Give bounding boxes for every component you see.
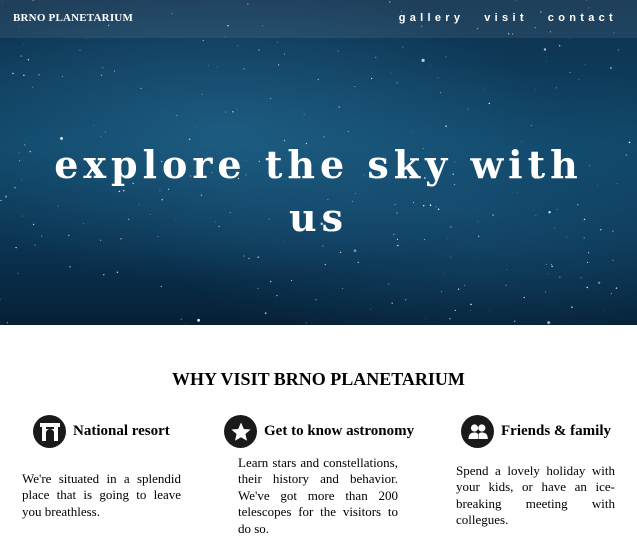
feature-title: Get to know astronomy <box>264 423 415 439</box>
brand-logo-text[interactable]: BRNO PLANETARIUM <box>13 12 133 24</box>
feature-title: Friends & family <box>501 423 611 439</box>
nav-link-gallery[interactable]: gallery <box>399 12 465 24</box>
hero-title: explore the sky with us <box>54 142 583 240</box>
feature-title: National resort <box>73 423 170 439</box>
nav-link-visit[interactable]: visit <box>484 12 528 24</box>
arch-icon <box>33 415 66 448</box>
why-section-title: WHY VISIT BRNO PLANETARIUM <box>172 369 465 389</box>
feature-family-heading: Friends & family <box>461 415 611 448</box>
feature-description: We're situated in a splendid place that … <box>22 471 181 519</box>
feature-description: Spend a lovely holiday with your kids, o… <box>456 463 615 528</box>
hero-banner: BRNO PLANETARIUM gallery visit contact e… <box>0 0 637 325</box>
star-icon <box>224 415 257 448</box>
top-navigation-bar: BRNO PLANETARIUM gallery visit contact <box>0 0 637 38</box>
people-icon <box>461 415 494 448</box>
feature-national-resort-heading: National resort <box>33 415 170 448</box>
main-nav: gallery visit contact <box>399 12 617 24</box>
feature-astronomy-heading: Get to know astronomy <box>224 415 414 448</box>
feature-description: Learn stars and constellations, their hi… <box>238 455 398 536</box>
nav-link-contact[interactable]: contact <box>548 12 617 24</box>
